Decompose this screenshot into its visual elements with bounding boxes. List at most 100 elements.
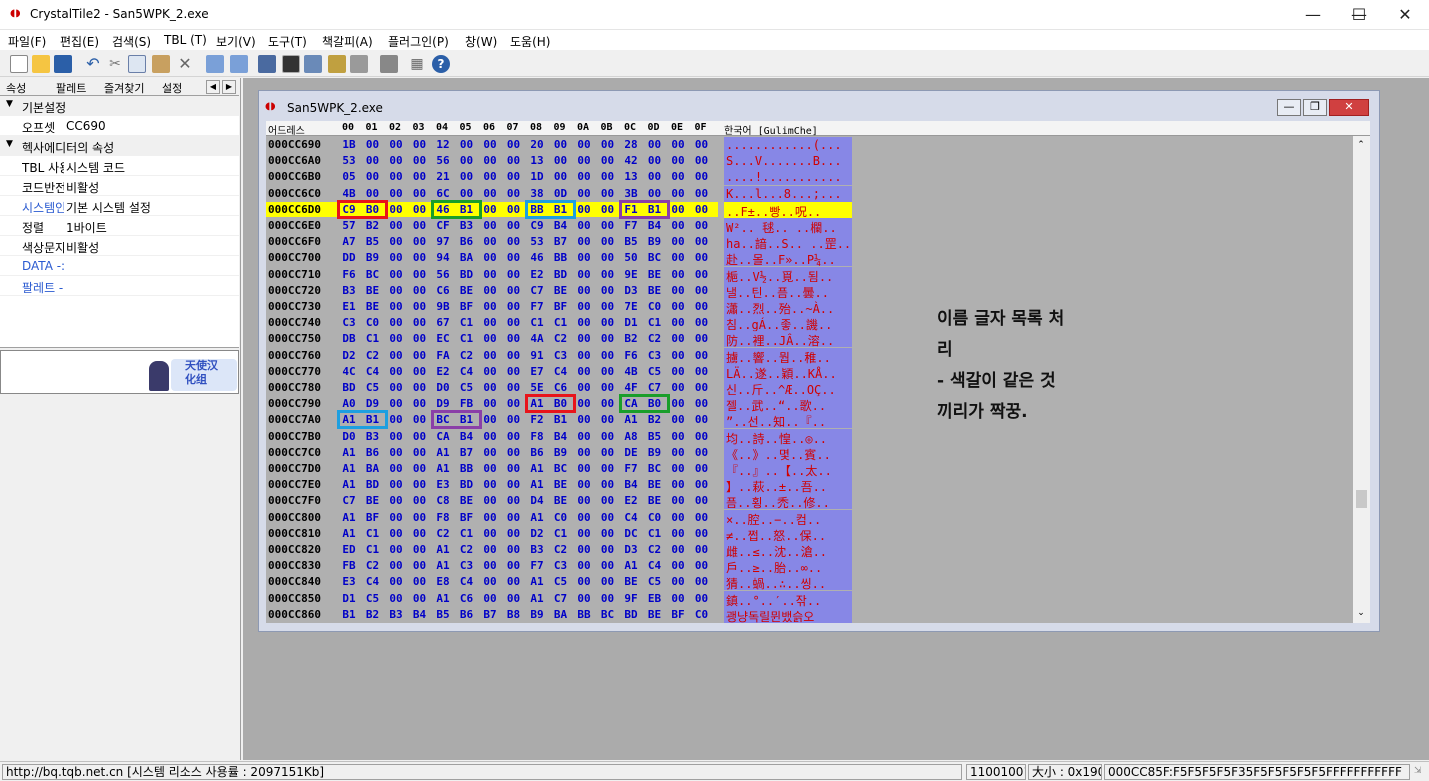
hex-byte[interactable]: 00 — [598, 251, 618, 264]
hex-byte[interactable]: 00 — [480, 219, 500, 232]
hex-byte[interactable]: 00 — [410, 251, 430, 264]
char-cell[interactable]: 괭냥독릴뮌뱄슭오 — [724, 606, 852, 623]
hex-byte[interactable]: B9 — [645, 235, 665, 248]
char-cell[interactable]: 瀟..烈..殆..~À.. — [724, 299, 852, 316]
hex-byte[interactable]: 00 — [692, 170, 712, 183]
hex-byte[interactable]: 00 — [386, 397, 406, 410]
tab-scroll-left-icon[interactable]: ◀ — [206, 80, 220, 94]
hex-byte[interactable]: 00 — [668, 381, 688, 394]
hex-byte[interactable]: 00 — [551, 138, 571, 151]
hex-editor-section[interactable]: ▼ 헥사에디터의 속성 — [0, 136, 239, 156]
hex-row[interactable]: 000CC860 B1 B2 B3 B4 B5 B6 B7 B8 B9 BA BB BC BD BE BF C0… — [266, 606, 1353, 623]
hex-byte[interactable]: 00 — [386, 187, 406, 200]
hex-byte[interactable]: 00 — [598, 511, 618, 524]
menu-window[interactable]: 창(W) — [465, 33, 497, 50]
hex-byte[interactable]: 00 — [692, 300, 712, 313]
hex-byte[interactable]: 00 — [386, 332, 406, 345]
hex-byte[interactable]: 00 — [410, 413, 430, 426]
hex-byte[interactable]: 5E — [527, 381, 547, 394]
hex-byte[interactable]: 56 — [433, 268, 453, 281]
hex-byte[interactable]: 00 — [645, 170, 665, 183]
hex-row[interactable]: 000CC700 DD B9 00 00 94 BA 00 00 46 BB 00 00 50 BC 00 00… — [266, 249, 1353, 267]
hex-byte[interactable]: 00 — [386, 365, 406, 378]
hex-byte[interactable]: C1 — [645, 527, 665, 540]
hex-byte[interactable]: 00 — [410, 268, 430, 281]
hex-byte[interactable]: 00 — [551, 154, 571, 167]
hex-byte[interactable]: 00 — [457, 187, 477, 200]
hex-byte[interactable]: C4 — [457, 575, 477, 588]
hex-byte[interactable]: 00 — [480, 170, 500, 183]
hex-row[interactable]: 000CC6B0 05 00 00 00 21 00 00 00 1D 00 00 00 13 00 00 00… — [266, 168, 1353, 186]
hex-byte[interactable]: C4 — [457, 365, 477, 378]
hex-byte[interactable]: 00 — [386, 349, 406, 362]
hex-byte[interactable]: 00 — [645, 187, 665, 200]
tab-scroll-right-icon[interactable]: ▶ — [222, 80, 236, 94]
scroll-up-icon[interactable]: ⌃ — [1355, 140, 1367, 150]
hex-byte[interactable]: BE — [551, 494, 571, 507]
hex-byte[interactable]: 00 — [574, 154, 594, 167]
hex-byte[interactable]: 00 — [504, 170, 524, 183]
hex-byte[interactable]: 00 — [410, 203, 430, 216]
hex-byte[interactable]: 00 — [598, 332, 618, 345]
basic-settings-section[interactable]: ▼ 기본설정 — [0, 96, 239, 116]
hex-byte[interactable]: BF — [668, 608, 688, 621]
hex-byte[interactable]: 00 — [692, 527, 712, 540]
hex-byte[interactable]: B6 — [363, 446, 383, 459]
hex-byte[interactable]: 0D — [551, 187, 571, 200]
hex-byte[interactable]: BE — [551, 284, 571, 297]
hex-byte[interactable]: 05 — [339, 170, 359, 183]
hex-row[interactable]: 000CC7A0 A1 B1 00 00 BC B1 00 00 F2 B1 00 00 A1 B2 00 00… — [266, 411, 1353, 429]
hex-byte[interactable]: 00 — [480, 187, 500, 200]
hex-byte[interactable]: BC — [363, 268, 383, 281]
hex-byte[interactable]: 00 — [645, 138, 665, 151]
hex-byte[interactable]: 00 — [480, 543, 500, 556]
hex-byte[interactable]: C4 — [551, 365, 571, 378]
hex-byte[interactable]: 00 — [504, 316, 524, 329]
hex-byte[interactable]: D0 — [433, 381, 453, 394]
hex-byte[interactable]: 00 — [480, 494, 500, 507]
menu-plugins[interactable]: 플러그인(P) — [388, 33, 449, 50]
prop-code-reverse[interactable]: 코드반전 비활성 — [0, 176, 239, 196]
hex-byte[interactable]: 57 — [339, 219, 359, 232]
hex-byte[interactable]: 00 — [598, 170, 618, 183]
char-cell[interactable]: ..F±..빵..呪.. — [724, 201, 852, 219]
hex-byte[interactable]: 00 — [386, 203, 406, 216]
hex-byte[interactable]: 46 — [527, 251, 547, 264]
hex-byte[interactable]: E1 — [339, 300, 359, 313]
hex-byte[interactable]: 00 — [386, 235, 406, 248]
hex-byte[interactable]: 00 — [410, 559, 430, 572]
hex-byte[interactable]: 00 — [668, 494, 688, 507]
hex-byte[interactable]: 00 — [410, 284, 430, 297]
hex-byte[interactable]: 00 — [386, 381, 406, 394]
hex-byte[interactable]: 00 — [574, 170, 594, 183]
hex-byte[interactable]: 00 — [692, 543, 712, 556]
hex-byte[interactable]: 00 — [598, 284, 618, 297]
edit-icon[interactable] — [328, 55, 346, 73]
text-view-icon[interactable] — [304, 55, 322, 73]
hex-byte[interactable]: B6 — [527, 446, 547, 459]
hex-byte[interactable]: 00 — [692, 462, 712, 475]
scroll-thumb[interactable] — [1356, 490, 1367, 508]
hex-byte[interactable]: 00 — [480, 203, 500, 216]
hex-byte[interactable]: 00 — [668, 251, 688, 264]
hex-byte[interactable]: 00 — [386, 575, 406, 588]
hex-byte[interactable]: C3 — [645, 349, 665, 362]
hex-byte[interactable]: 00 — [598, 494, 618, 507]
hex-byte[interactable]: 00 — [598, 527, 618, 540]
hex-byte[interactable]: FB — [339, 559, 359, 572]
hex-row[interactable]: 000CC800 A1 BF 00 00 F8 BF 00 00 A1 C0 00 00 C4 C0 00 00… — [266, 509, 1353, 527]
tab-properties[interactable]: 속성 — [6, 80, 26, 96]
hex-byte[interactable]: 00 — [668, 430, 688, 443]
hex-byte[interactable]: E3 — [339, 575, 359, 588]
hex-byte[interactable]: B9 — [551, 446, 571, 459]
hex-byte[interactable]: 00 — [504, 543, 524, 556]
hex-byte[interactable]: BE — [645, 478, 665, 491]
hex-byte[interactable]: 00 — [504, 511, 524, 524]
hex-byte[interactable]: 00 — [504, 251, 524, 264]
hex-byte[interactable]: 00 — [668, 284, 688, 297]
hex-byte[interactable]: B9 — [645, 446, 665, 459]
hex-byte[interactable]: 00 — [504, 446, 524, 459]
hex-row[interactable]: 000CC760 D2 C2 00 00 FA C2 00 00 91 C3 00 00 F6 C3 00 00… — [266, 347, 1353, 365]
hex-byte[interactable]: 00 — [668, 543, 688, 556]
hex-byte[interactable]: BF — [551, 300, 571, 313]
